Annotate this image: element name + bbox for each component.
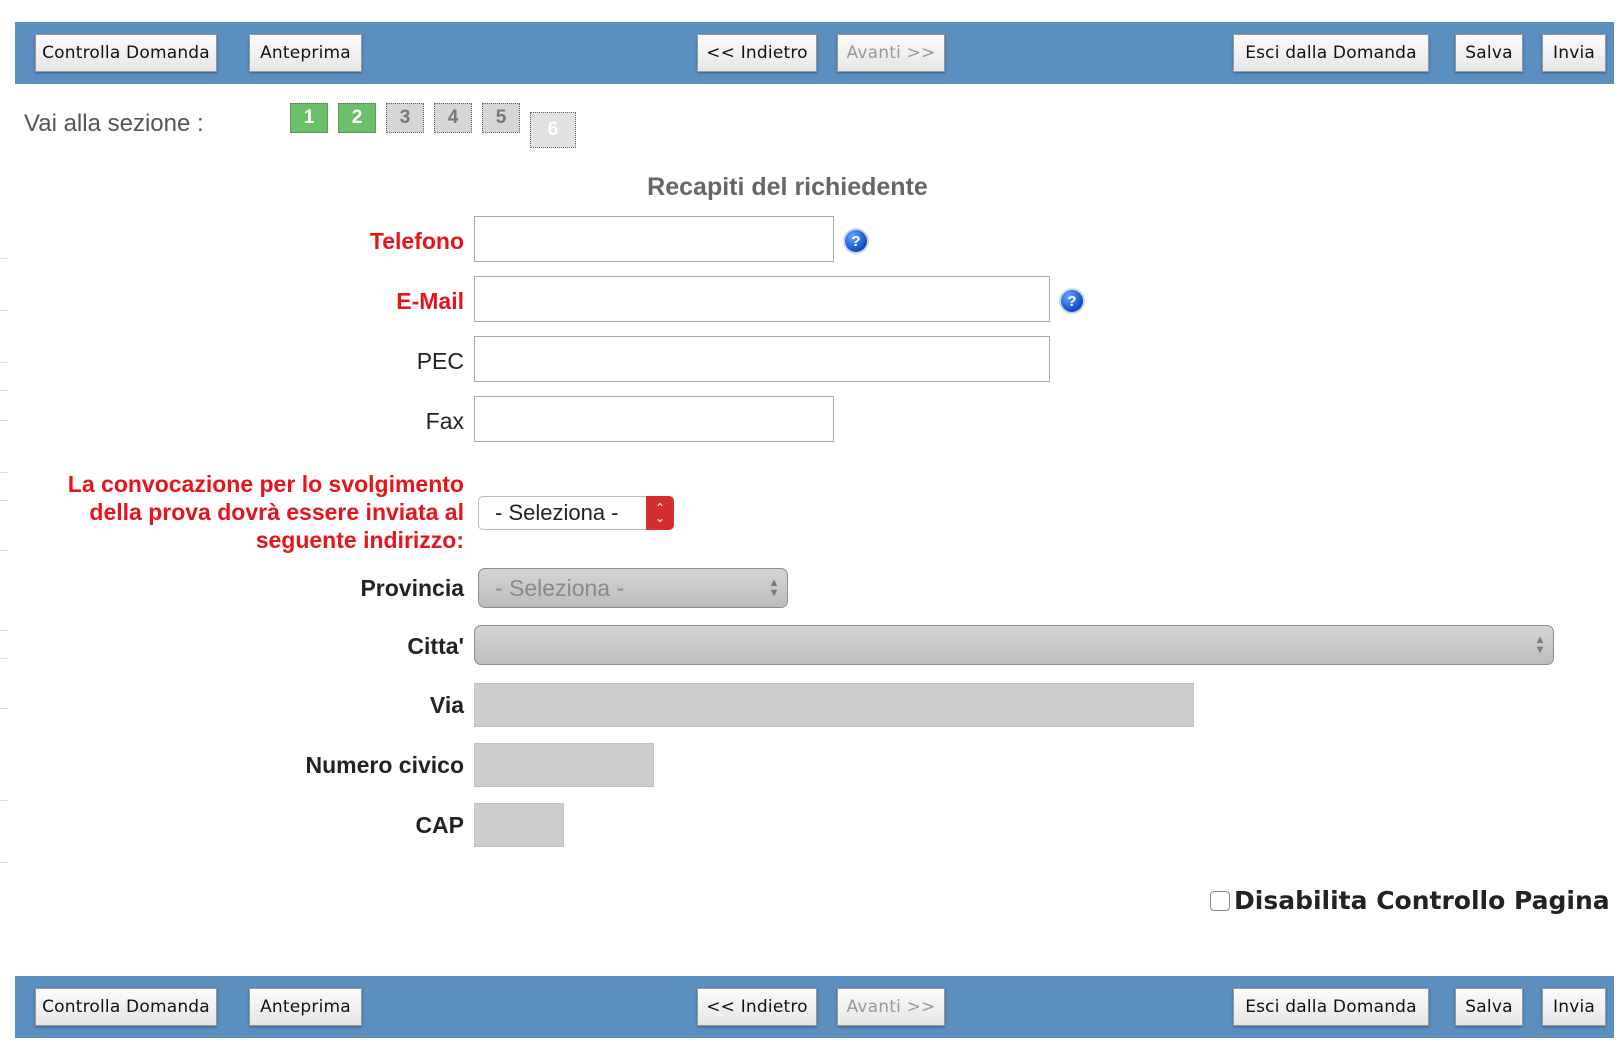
section-5-button[interactable]: 5 bbox=[482, 103, 520, 133]
pec-input[interactable] bbox=[474, 336, 1050, 382]
edge-tick bbox=[0, 258, 8, 259]
cap-input[interactable] bbox=[474, 803, 564, 847]
edge-tick bbox=[0, 862, 8, 863]
esci-domanda-button[interactable]: Esci dalla Domanda bbox=[1233, 34, 1429, 72]
avanti-button[interactable]: Avanti >> bbox=[837, 34, 945, 72]
disable-check-label[interactable]: Disabilita Controllo Pagina bbox=[1234, 886, 1610, 915]
updown-arrow-icon: ⌃ ⌄ bbox=[646, 496, 674, 530]
section-2-button[interactable]: 2 bbox=[338, 103, 376, 133]
edge-tick bbox=[0, 310, 8, 311]
edge-tick bbox=[0, 550, 8, 551]
edge-tick bbox=[0, 500, 8, 501]
provincia-select[interactable]: - Seleziona - ▲ ▼ bbox=[478, 568, 788, 608]
salva-button[interactable]: Salva bbox=[1455, 988, 1523, 1026]
citta-select[interactable]: ▲ ▼ bbox=[474, 625, 1554, 665]
help-icon[interactable]: ? bbox=[1059, 288, 1085, 314]
esci-domanda-button[interactable]: Esci dalla Domanda bbox=[1233, 988, 1429, 1026]
bottom-toolbar: Controlla Domanda Anteprima << Indietro … bbox=[15, 976, 1614, 1038]
telefono-label: Telefono bbox=[369, 228, 464, 254]
provincia-selected-value: - Seleziona - bbox=[495, 574, 625, 601]
section-3-button[interactable]: 3 bbox=[386, 103, 424, 133]
fax-label: Fax bbox=[425, 408, 464, 434]
section-nav-label: Vai alla sezione : bbox=[24, 110, 204, 137]
help-icon[interactable]: ? bbox=[843, 228, 869, 254]
indietro-button[interactable]: << Indietro bbox=[697, 988, 817, 1026]
numero-civico-label: Numero civico bbox=[305, 752, 465, 778]
convocazione-label: La convocazione per lo svolgimento della… bbox=[67, 471, 464, 553]
indietro-button[interactable]: << Indietro bbox=[697, 34, 817, 72]
disable-check-row[interactable]: Disabilita Controllo Pagina bbox=[1210, 886, 1610, 915]
anteprima-button[interactable]: Anteprima bbox=[249, 988, 362, 1026]
anteprima-button[interactable]: Anteprima bbox=[249, 34, 362, 72]
edge-tick bbox=[0, 800, 8, 801]
email-input[interactable] bbox=[474, 276, 1050, 322]
form-title: Recapiti del richiedente bbox=[647, 173, 928, 201]
convocazione-selected-value: - Seleziona - bbox=[495, 500, 619, 525]
provincia-label: Provincia bbox=[360, 575, 464, 601]
telefono-input[interactable] bbox=[474, 216, 834, 262]
edge-tick bbox=[0, 472, 8, 473]
via-input[interactable] bbox=[474, 683, 1194, 727]
salva-button[interactable]: Salva bbox=[1455, 34, 1523, 72]
citta-label: Citta' bbox=[407, 633, 464, 659]
top-toolbar: Controlla Domanda Anteprima << Indietro … bbox=[15, 22, 1614, 84]
email-label: E-Mail bbox=[396, 288, 464, 314]
section-1-button[interactable]: 1 bbox=[290, 103, 328, 133]
fax-input[interactable] bbox=[474, 396, 834, 442]
edge-tick bbox=[0, 630, 8, 631]
disable-check-checkbox[interactable] bbox=[1210, 890, 1230, 911]
edge-tick bbox=[0, 708, 8, 709]
updown-arrow-icon: ▲ ▼ bbox=[768, 577, 780, 599]
controlla-domanda-button[interactable]: Controlla Domanda bbox=[35, 34, 217, 72]
updown-arrow-icon: ▲ ▼ bbox=[1534, 634, 1546, 656]
controlla-domanda-button[interactable]: Controlla Domanda bbox=[35, 988, 217, 1026]
cap-label: CAP bbox=[415, 812, 464, 838]
edge-tick bbox=[0, 362, 8, 363]
edge-tick bbox=[0, 420, 8, 421]
numero-civico-input[interactable] bbox=[474, 743, 654, 787]
section-4-button[interactable]: 4 bbox=[434, 103, 472, 133]
avanti-button[interactable]: Avanti >> bbox=[837, 988, 945, 1026]
via-label: Via bbox=[429, 692, 464, 718]
invia-button[interactable]: Invia bbox=[1542, 34, 1606, 72]
pec-label: PEC bbox=[416, 348, 464, 374]
edge-tick bbox=[0, 390, 8, 391]
convocazione-select[interactable]: - Seleziona - ⌃ ⌄ bbox=[478, 496, 674, 530]
edge-tick bbox=[0, 658, 8, 659]
invia-button[interactable]: Invia bbox=[1542, 988, 1606, 1026]
section-6-button: 6 bbox=[530, 112, 576, 148]
